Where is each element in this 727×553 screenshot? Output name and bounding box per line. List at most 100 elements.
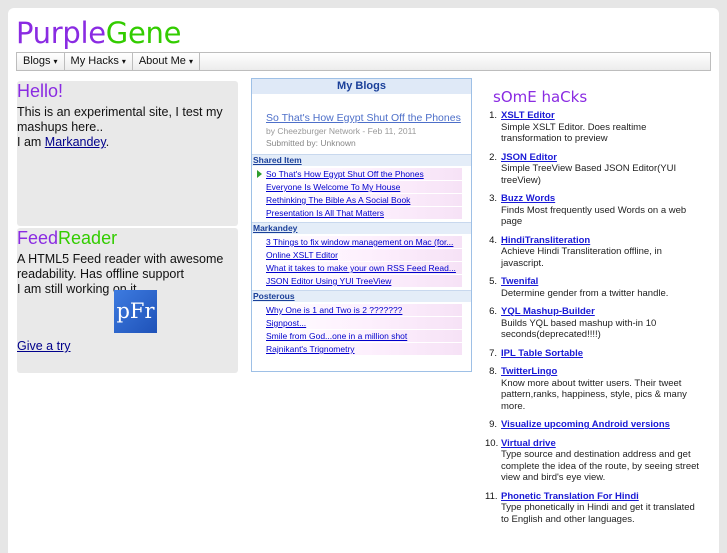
list-item[interactable]: Why One is 1 and Two is 2 ??????? [252,304,462,316]
hack-link[interactable]: IPL Table Sortable [501,348,583,359]
blog-link[interactable]: What it takes to make your own RSS Feed … [266,263,456,273]
chevron-down-icon: ▾ [188,57,193,66]
blog-link[interactable]: Online XSLT Editor [266,250,338,260]
hello-title: Hello! [17,81,64,101]
chevron-down-icon: ▾ [121,57,126,66]
list-item[interactable]: Signpost... [252,317,462,329]
blog-link[interactable]: Rethinking The Bible As A Social Book [266,195,410,205]
menu-blogs[interactable]: Blogs ▾ [17,53,65,70]
hack-item: 10. Virtual drive Type source and destinat… [485,438,705,484]
section-markandey[interactable]: Markandey [252,222,471,234]
blog-link[interactable]: Signpost... [266,318,306,328]
hack-item: 1. XSLT Editor Simple XSLT Editor. Does re… [485,110,705,145]
blog-link[interactable]: Why One is 1 and Two is 2 ??????? [266,305,402,315]
list-item[interactable]: So That's How Egypt Shut Off the Phones [252,168,462,180]
hack-link[interactable]: TwitterLingo [501,366,557,377]
chevron-down-icon: ▾ [53,57,58,66]
hack-number: 6. [489,306,497,317]
hack-link[interactable]: Twenifal [501,276,538,287]
hello-panel: Hello! This is an experimental site, I t… [17,81,238,226]
hack-item: 4. HindiTransliteration Achieve Hindi Tran… [485,235,705,270]
site-title[interactable]: PurpleGene [16,16,181,50]
hack-number: 4. [489,234,497,246]
featured-post-meta: by Cheezburger Network - Feb 11, 2011 [266,126,417,136]
hack-link[interactable]: Buzz Words [501,193,555,204]
page: PurpleGene Blogs ▾ My Hacks ▾ About Me ▾ He… [8,8,719,553]
blog-link[interactable]: Presentation Is All That Matters [266,208,384,218]
hack-number: 3. [489,193,497,204]
menu-blogs-label: Blogs [23,55,51,67]
posterous-list: Why One is 1 and Two is 2 ??????? Signpo… [252,304,471,355]
feedreader-title: FeedReader [17,228,117,249]
featured-post: So That's How Egypt Shut Off the Phones … [252,94,471,148]
list-item[interactable]: Everyone Is Welcome To My House [252,181,462,193]
hack-desc: Type phonetically in Hindi and get it tr… [501,502,695,525]
hello-intro-period: . [105,135,110,149]
section-posterous[interactable]: Posterous [252,290,471,302]
featured-post-submitted: Submitted by: Unknown [266,138,356,148]
blog-link[interactable]: JSON Editor Using YUI TreeView [266,276,391,286]
hack-desc: Simple XSLT Editor. Does realtime transf… [501,121,647,145]
hack-desc: Type source and destination address and … [501,449,700,483]
hack-desc: Builds YQL based mashup with-in 10 secon… [501,317,657,341]
featured-post-link[interactable]: So That's How Egypt Shut Off the Phones [266,112,461,124]
hack-link[interactable]: Virtual drive [501,438,556,449]
hack-number: 7. [489,347,497,359]
hack-item: 6. YQL Mashup-Builder Builds YQL based mas… [485,306,705,341]
site-title-part1: Purple [16,16,106,50]
feedreader-logo[interactable]: pFr [114,290,157,333]
hello-intro: I am Markandey. [17,135,232,150]
hack-item: 7. IPL Table Sortable [485,348,705,360]
list-item[interactable]: Online XSLT Editor [252,249,462,261]
shared-item-list: So That's How Egypt Shut Off the Phones … [252,168,471,219]
hack-desc: Know more about twitter users. Their twe… [501,377,687,412]
feedreader-panel: FeedReader A HTML5 Feed reader with awes… [17,228,238,373]
hack-link[interactable]: HindiTransliteration [501,235,590,246]
hello-text: This is an experimental site, I test my … [17,105,223,134]
markandey-list: 3 Things to fix window management on Mac… [252,236,471,287]
menu-about-me[interactable]: About Me ▾ [133,53,200,70]
my-blogs-heading: My Blogs [252,79,471,94]
section-shared-item[interactable]: Shared Item [252,154,471,166]
hack-link[interactable]: YQL Mashup-Builder [501,306,595,317]
hack-number: 11. [485,490,498,502]
list-item[interactable]: Rajnikant's Trignometry [252,343,462,355]
hack-item: 2. JSON Editor Simple TreeView Based JSON … [485,152,705,187]
menu-my-hacks-label: My Hacks [70,55,119,67]
list-item[interactable]: Rethinking The Bible As A Social Book [252,194,462,206]
list-item[interactable]: Presentation Is All That Matters [252,207,462,219]
hack-link[interactable]: JSON Editor [501,152,557,163]
give-a-try-link[interactable]: Give a try [17,339,71,353]
list-item[interactable]: 3 Things to fix window management on Mac… [252,236,462,248]
site-title-part2: Gene [105,16,182,50]
play-arrow-icon [257,170,262,178]
hack-link[interactable]: Phonetic Translation For Hindi [501,491,639,502]
markandey-link[interactable]: Markandey [45,135,106,149]
hack-item: 8. TwitterLingo Know more about twitter us… [485,366,705,412]
hack-item: 3. Buzz Words Finds Most frequently used W… [485,193,705,228]
hack-number: 5. [489,276,497,287]
list-item[interactable]: Smile from God...one in a million shot [252,330,462,342]
blog-link[interactable]: Everyone Is Welcome To My House [266,182,400,192]
menu-about-me-label: About Me [138,55,186,67]
list-item[interactable]: What it takes to make your own RSS Feed … [252,262,462,274]
hack-item: 9. Visualize upcoming Android versions [485,419,705,431]
hack-number: 2. [489,151,497,163]
hack-link[interactable]: XSLT Editor [501,110,555,121]
hack-desc: Achieve Hindi Transliteration offline, i… [501,246,662,269]
feedreader-title-part2: Reader [58,228,118,248]
blog-link[interactable]: So That's How Egypt Shut Off the Phones [266,169,424,179]
hack-number: 8. [489,366,497,377]
hack-number: 1. [489,110,497,121]
hack-desc: Finds Most frequently used Words on a we… [501,204,687,228]
hack-desc: Simple TreeView Based JSON Editor(YUI tr… [501,163,677,186]
menu-my-hacks[interactable]: My Hacks ▾ [65,53,133,70]
blog-link[interactable]: Rajnikant's Trignometry [266,344,355,354]
blog-link[interactable]: 3 Things to fix window management on Mac… [266,237,453,247]
menu-bar: Blogs ▾ My Hacks ▾ About Me ▾ [16,52,711,71]
hack-link[interactable]: Visualize upcoming Android versions [501,419,670,430]
hack-desc: Determine gender from a twitter handle. [501,287,669,299]
list-item[interactable]: JSON Editor Using YUI TreeView [252,275,462,287]
hacks-list: 1. XSLT Editor Simple XSLT Editor. Does re… [485,110,705,532]
blog-link[interactable]: Smile from God...one in a million shot [266,331,407,341]
